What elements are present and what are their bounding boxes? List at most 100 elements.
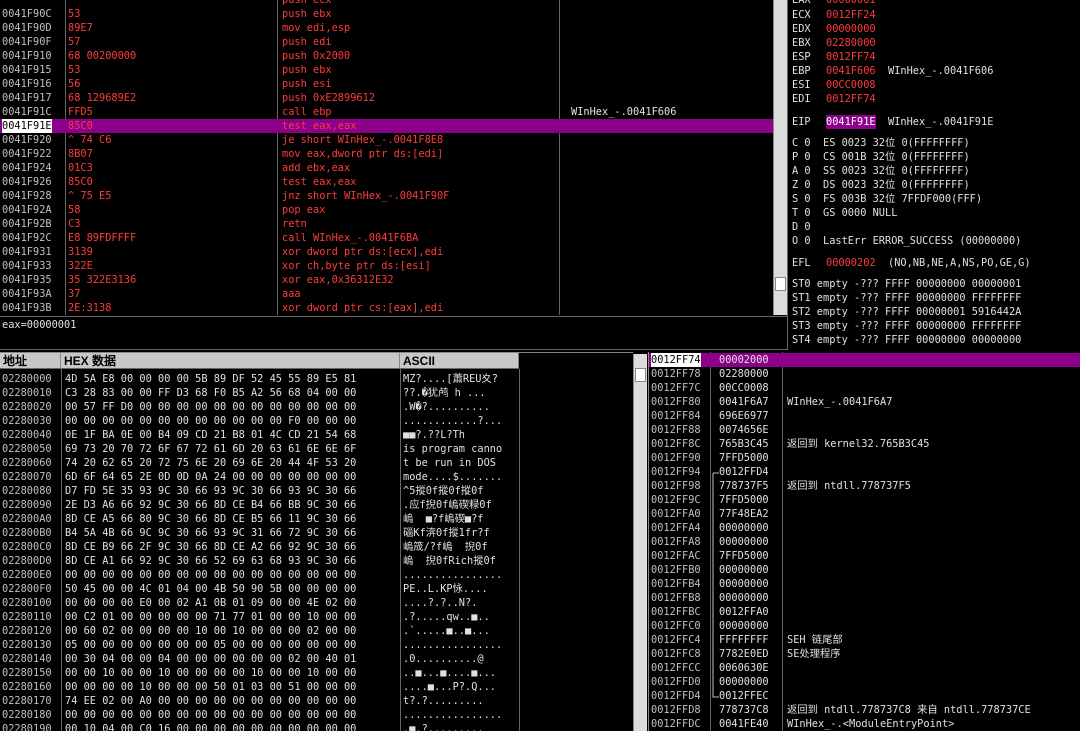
stack-row[interactable]: 0012FF84 696E6977 xyxy=(649,409,1080,423)
stack-row[interactable]: 0012FFD8 778737C8 返回到 ntdll.778737C8 来自 nt… xyxy=(649,703,1080,717)
flag-row[interactable]: A 0 SS 0023 32位 0(FFFFFFFF) xyxy=(792,164,1077,178)
dump-row[interactable]: 022800B0 B4 5A 4B 66 9C 9C 30 66 93 9C 31… xyxy=(0,526,633,540)
disasm-row[interactable]: 0041F916 56 push esi xyxy=(0,77,773,91)
stack-row[interactable]: 0012FFA0 77F48EA2 xyxy=(649,507,1080,521)
dump-pane[interactable]: 地址 HEX 数据 ASCII 02280000 4D 5A E8 00 00 0… xyxy=(0,352,633,731)
disasm-scrollbar[interactable] xyxy=(773,0,787,315)
fpu-row[interactable]: ST4 empty -??? FFFF 00000000 00000000 xyxy=(792,333,1077,347)
disasm-row[interactable]: 0041F93A 37 aaa xyxy=(0,287,773,301)
dump-scroll-thumb[interactable] xyxy=(635,368,646,382)
disasm-row[interactable]: 0041F926 85C0 test eax,eax xyxy=(0,175,773,189)
flag-row[interactable]: D 0 xyxy=(792,220,1077,234)
disasm-row[interactable]: 0041F935 35 322E3136 xor eax,0x36312E32 xyxy=(0,273,773,287)
stack-row[interactable]: 0012FFAC 7FFD5000 xyxy=(649,549,1080,563)
stack-row[interactable]: 0012FFC0 00000000 xyxy=(649,619,1080,633)
dump-row[interactable]: 02280190 00 10 04 00 C0 16 00 00 00 00 00… xyxy=(0,722,633,731)
disasm-row[interactable]: 0041F931 3139 xor dword ptr ds:[ecx],edi xyxy=(0,245,773,259)
disassembly-pane[interactable]: push ecx 0041F90C 53 push ebx 0041F90D 89E7 m… xyxy=(0,0,773,315)
dump-header-ascii[interactable]: ASCII xyxy=(400,353,519,369)
register-row[interactable]: ECX 0012FF24 xyxy=(792,8,1077,22)
disasm-row[interactable]: 0041F90F 57 push edi xyxy=(0,35,773,49)
register-row[interactable]: EBP 0041F606 WInHex_-.0041F606 xyxy=(792,64,1077,78)
stack-row[interactable]: 0012FFA8 00000000 xyxy=(649,535,1080,549)
register-row[interactable]: EDX 00000000 xyxy=(792,22,1077,36)
stack-row[interactable]: 0012FF80 0041F6A7 WInHex_-.0041F6A7 xyxy=(649,395,1080,409)
dump-row[interactable]: 02280180 00 00 00 00 00 00 00 00 00 00 00… xyxy=(0,708,633,722)
dump-row[interactable]: 022800A0 8D CE A5 66 80 9C 30 66 8D CE B5… xyxy=(0,512,633,526)
dump-row[interactable]: 02280060 74 20 62 65 20 72 75 6E 20 69 6E… xyxy=(0,456,633,470)
dump-row[interactable]: 02280070 6D 6F 64 65 2E 0D 0D 0A 24 00 00… xyxy=(0,470,633,484)
stack-row[interactable]: 0012FF7C 00CC0008 xyxy=(649,381,1080,395)
efl-register[interactable]: EFL 00000202 (NO,NB,NE,A,NS,PO,GE,G) xyxy=(792,256,1077,270)
register-row[interactable]: ESI 00CC0008 xyxy=(792,78,1077,92)
disasm-row[interactable]: 0041F933 322E xor ch,byte ptr ds:[esi] xyxy=(0,259,773,273)
fpu-row[interactable]: ST3 empty -??? FFFF 00000000 FFFFFFFF xyxy=(792,319,1077,333)
dump-row[interactable]: 02280040 0E 1F BA 0E 00 B4 09 CD 21 B8 01… xyxy=(0,428,633,442)
dump-header-address[interactable]: 地址 xyxy=(0,353,61,369)
flag-row[interactable]: P 0 CS 001B 32位 0(FFFFFFFF) xyxy=(792,150,1077,164)
stack-row[interactable]: 0012FFC4 FFFFFFFF SEH 链尾部 xyxy=(649,633,1080,647)
disasm-row[interactable]: 0041F90C 53 push ebx xyxy=(0,7,773,21)
register-row[interactable]: EDI 0012FF74 xyxy=(792,92,1077,106)
disasm-row[interactable]: 0041F924 01C3 add ebx,eax xyxy=(0,161,773,175)
stack-row[interactable]: 0012FFD4 0012FFEC xyxy=(649,689,1080,703)
flag-row[interactable]: C 0 ES 0023 32位 0(FFFFFFFF) xyxy=(792,136,1077,150)
eip-register[interactable]: EIP 0041F91E WInHex_-.0041F91E xyxy=(792,115,1077,129)
disasm-row[interactable]: 0041F91C FFD5 call ebp WInHex_-.0041F606 xyxy=(0,105,773,119)
dump-scrollbar[interactable] xyxy=(633,354,647,731)
registers-pane[interactable]: EAX 00000001 ECX 0012FF24 EDX 00000000 EBX 022… xyxy=(787,0,1080,350)
dump-row[interactable]: 02280150 00 00 10 00 00 10 00 00 00 00 10… xyxy=(0,666,633,680)
fpu-row[interactable]: ST1 empty -??? FFFF 00000000 FFFFFFFF xyxy=(792,291,1077,305)
flag-row[interactable]: T 0 GS 0000 NULL xyxy=(792,206,1077,220)
fpu-row[interactable]: ST0 empty -??? FFFF 00000000 00000001 xyxy=(792,277,1077,291)
stack-row[interactable]: 0012FFDC 0041FE40 WInHex_-.<ModuleEntryPoi… xyxy=(649,717,1080,731)
stack-row[interactable]: 0012FFC8 7782E0ED SE处理程序 xyxy=(649,647,1080,661)
stack-row[interactable]: 0012FFB4 00000000 xyxy=(649,577,1080,591)
dump-row[interactable]: 02280080 D7 FD 5E 35 93 9C 30 66 93 9C 30… xyxy=(0,484,633,498)
dump-row[interactable]: 022800F0 50 45 00 00 4C 01 04 00 4B 50 90… xyxy=(0,582,633,596)
dump-row[interactable]: 02280100 00 00 00 00 E0 00 02 A1 0B 01 09… xyxy=(0,596,633,610)
stack-row[interactable]: 0012FFD0 00000000 xyxy=(649,675,1080,689)
disasm-row[interactable]: 0041F90D 89E7 mov edi,esp xyxy=(0,21,773,35)
dump-row[interactable]: 02280020 00 57 FF D0 00 00 00 00 00 00 00… xyxy=(0,400,633,414)
stack-row[interactable]: 0012FFB8 00000000 xyxy=(649,591,1080,605)
stack-row[interactable]: 0012FF8C 765B3C45 返回到 kernel32.765B3C45 xyxy=(649,437,1080,451)
dump-row[interactable]: 022800D0 8D CE A1 66 92 9C 30 66 52 69 63… xyxy=(0,554,633,568)
dump-row[interactable]: 02280120 00 60 02 00 00 00 00 10 00 10 00… xyxy=(0,624,633,638)
disasm-row[interactable]: 0041F92A 58 pop eax xyxy=(0,203,773,217)
stack-row[interactable]: 0012FFBC 0012FFA0 xyxy=(649,605,1080,619)
disasm-row[interactable]: 0041F917 68 129689E2 push 0xE2899612 xyxy=(0,91,773,105)
disasm-row[interactable]: 0041F915 53 push ebx xyxy=(0,63,773,77)
dump-row[interactable]: 022800C0 8D CE B9 66 2F 9C 30 66 8D CE A2… xyxy=(0,540,633,554)
register-row[interactable]: EFL 00000202 (NO,NB,NE,A,NS,PO,GE,G) xyxy=(792,256,1077,270)
stack-row[interactable]: 0012FF88 0074656E xyxy=(649,423,1080,437)
stack-row[interactable]: 0012FFCC 0060630E xyxy=(649,661,1080,675)
dump-row[interactable]: 02280050 69 73 20 70 72 6F 67 72 61 6D 20… xyxy=(0,442,633,456)
dump-row[interactable]: 02280010 C3 28 83 00 00 FF D3 68 F0 B5 A2… xyxy=(0,386,633,400)
disasm-row[interactable]: 0041F910 68 00200000 push 0x2000 xyxy=(0,49,773,63)
dump-row[interactable]: 02280140 00 30 04 00 00 04 00 00 00 00 00… xyxy=(0,652,633,666)
stack-row[interactable]: 0012FF78 02280000 xyxy=(649,367,1080,381)
stack-row[interactable]: 0012FF94 0012FFD4 xyxy=(649,465,1080,479)
dump-row[interactable]: 02280110 00 C2 01 00 00 00 00 00 71 77 01… xyxy=(0,610,633,624)
flag-row[interactable]: S 0 FS 003B 32位 7FFDF000(FFF) xyxy=(792,192,1077,206)
dump-row[interactable]: 02280030 00 00 00 00 00 00 00 00 00 00 00… xyxy=(0,414,633,428)
dump-header-hex[interactable]: HEX 数据 xyxy=(61,353,400,369)
stack-row[interactable]: 0012FF90 7FFD5000 xyxy=(649,451,1080,465)
register-row[interactable]: ESP 0012FF74 xyxy=(792,50,1077,64)
disasm-row[interactable]: 0041F920 ^ 74 C6 je short WInHex_-.0041F8E… xyxy=(0,133,773,147)
register-row[interactable]: EBX 02280000 xyxy=(792,36,1077,50)
disasm-scroll-thumb[interactable] xyxy=(775,277,786,291)
dump-row[interactable]: 02280160 00 00 00 00 10 00 00 00 50 01 03… xyxy=(0,680,633,694)
stack-pane[interactable]: 0012FF74 00002000 0012FF78 02280000 0012FF7C… xyxy=(648,352,1080,731)
disasm-row[interactable]: 0041F91E 85C0 test eax,eax xyxy=(0,119,773,133)
flag-row[interactable]: Z 0 DS 0023 32位 0(FFFFFFFF) xyxy=(792,178,1077,192)
stack-row[interactable]: 0012FF98 778737F5 返回到 ntdll.778737F5 xyxy=(649,479,1080,493)
fpu-row[interactable]: ST2 empty -??? FFFF 00000001 5916442A xyxy=(792,305,1077,319)
dump-row[interactable]: 02280170 74 EE 02 00 A0 00 00 00 00 00 00… xyxy=(0,694,633,708)
flag-row[interactable]: O 0 LastErr ERROR_SUCCESS (00000000) xyxy=(792,234,1077,248)
stack-row[interactable]: 0012FFA4 00000000 xyxy=(649,521,1080,535)
dump-row[interactable]: 02280000 4D 5A E8 00 00 00 00 5B 89 DF 52… xyxy=(0,372,633,386)
disasm-row[interactable]: 0041F928 ^ 75 E5 jnz short WInHex_-.0041F9… xyxy=(0,189,773,203)
disasm-row[interactable]: 0041F93B 2E:3138 xor dword ptr cs:[eax],ed… xyxy=(0,301,773,315)
